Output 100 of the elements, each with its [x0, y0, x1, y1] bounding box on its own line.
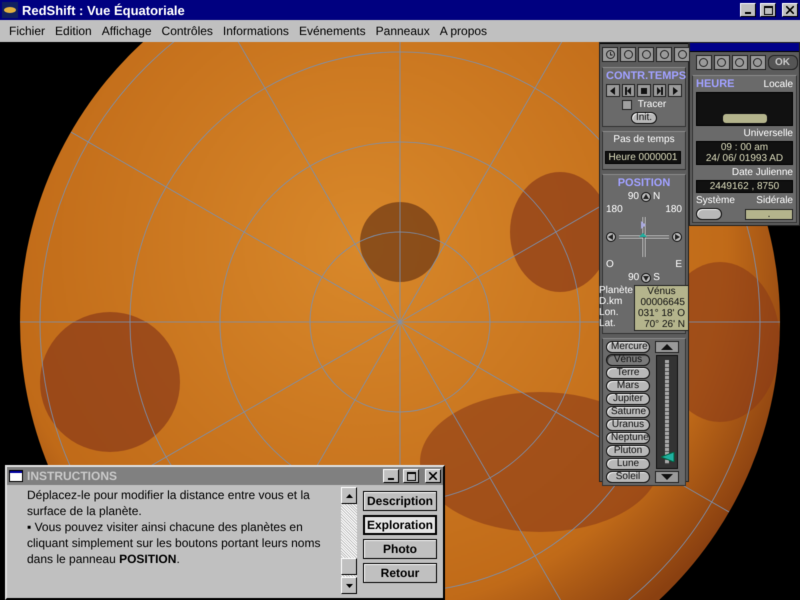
clock-icon: [604, 49, 616, 60]
up-arrow-icon: [661, 344, 673, 350]
south-label: S: [653, 272, 660, 283]
section-title: CONTR.TEMPS: [606, 70, 686, 82]
west-button[interactable]: [606, 232, 616, 242]
menu-item[interactable]: Affichage: [96, 24, 157, 38]
menu-item[interactable]: Contrôles: [156, 24, 218, 38]
east-value: 180: [665, 204, 682, 215]
north-value: 90: [628, 191, 639, 202]
slider-thumb[interactable]: [661, 452, 675, 462]
south-button[interactable]: [641, 272, 652, 282]
crosshair-drawing: [619, 217, 669, 257]
planet-button[interactable]: Vénus: [606, 354, 650, 366]
west-value: 180: [606, 204, 623, 215]
planet-button[interactable]: Jupiter: [606, 393, 650, 405]
step-back-button[interactable]: [622, 84, 636, 97]
planet-button[interactable]: Mars: [606, 380, 650, 392]
section-title: HEURE: [696, 78, 735, 90]
close-icon: [429, 472, 437, 480]
north-label: N: [652, 191, 660, 202]
down-arrow-icon: [661, 474, 673, 480]
planet-button[interactable]: Soleil: [606, 471, 650, 483]
command-button[interactable]: Description: [363, 491, 437, 511]
up-arrow-icon: [346, 494, 352, 498]
planet-button[interactable]: Lune: [606, 458, 650, 470]
command-button[interactable]: Exploration: [363, 515, 437, 535]
step-value: Heure 0000001: [604, 150, 682, 164]
menu-item[interactable]: A propos: [434, 24, 492, 38]
planet-button[interactable]: Neptune: [606, 432, 650, 444]
info-value: 70° 26' N: [643, 319, 685, 330]
clock-button[interactable]: [602, 47, 618, 62]
julian-label: Date Julienne: [732, 167, 793, 178]
info-value: 00006645: [640, 297, 685, 308]
clock-icon: [698, 57, 709, 68]
north-button[interactable]: [640, 192, 651, 202]
maximize-icon: [406, 472, 416, 480]
window-title: RedShift : Vue Équatoriale: [22, 2, 186, 18]
west-label: O: [606, 259, 614, 270]
close-button[interactable]: [425, 469, 441, 483]
info-value: 031° 18' O: [638, 308, 685, 319]
command-button[interactable]: Retour: [363, 563, 437, 583]
window-icon: [9, 470, 23, 482]
info-value: Vénus: [646, 286, 677, 297]
step-forward-button[interactable]: [652, 84, 666, 97]
planet-button[interactable]: Terre: [606, 367, 650, 379]
menu-item[interactable]: Fichier: [4, 24, 50, 38]
step-label: Pas de temps: [613, 134, 675, 145]
slider-up-button[interactable]: [655, 341, 679, 353]
clock-button[interactable]: [696, 55, 712, 70]
info-label: D.km: [599, 296, 624, 307]
sidereal-value: .: [745, 208, 793, 220]
julian-date: 2449162 , 8750: [696, 180, 793, 193]
close-button[interactable]: [782, 3, 798, 17]
system-label: Système: [696, 195, 735, 206]
step-forward-icon: [656, 86, 664, 94]
command-button[interactable]: Photo: [363, 539, 437, 559]
stop-button[interactable]: [637, 84, 651, 97]
slider-down-button[interactable]: [655, 471, 679, 483]
stop-icon: [640, 86, 648, 94]
app-icon: [2, 2, 18, 18]
planet-button[interactable]: Saturne: [606, 406, 650, 418]
info-label: Planète: [599, 285, 633, 296]
menu-item[interactable]: Evénements: [294, 24, 371, 38]
east-label: E: [675, 259, 682, 270]
info-label: Lat.: [599, 318, 617, 329]
minimize-button[interactable]: [383, 469, 399, 483]
local-label: Locale: [764, 78, 793, 90]
scrollbar[interactable]: [341, 487, 357, 594]
rewind-button[interactable]: [606, 84, 620, 97]
menu-item[interactable]: Panneaux: [370, 24, 435, 38]
init-button[interactable]: Init.: [630, 112, 658, 124]
close-icon: [786, 6, 794, 14]
down-arrow-icon: [346, 584, 352, 588]
tracer-checkbox[interactable]: [622, 100, 632, 110]
planet-button[interactable]: Pluton: [606, 445, 650, 457]
info-label: Lon.: [599, 307, 620, 318]
universal-time-display: 09 : 00 am 24/ 06/ 01993 AD: [696, 141, 793, 165]
maximize-icon: [764, 6, 772, 14]
menu-item[interactable]: Edition: [50, 24, 97, 38]
universal-label: Universelle: [744, 128, 793, 139]
system-button[interactable]: [696, 208, 722, 220]
planet-button[interactable]: Uranus: [606, 419, 650, 431]
maximize-button[interactable]: [760, 3, 776, 17]
maximize-button[interactable]: [403, 469, 419, 483]
play-button[interactable]: [668, 84, 682, 97]
south-value: 90: [628, 272, 640, 283]
instruction-text: Déplacez-le pour modifier la distance entre vous et la surface de la planète.: [27, 487, 311, 519]
planet-button[interactable]: Mercure: [606, 341, 650, 353]
window-title: INSTRUCTIONS: [27, 469, 118, 483]
tracer-label: Tracer: [638, 99, 666, 110]
sidereal-label: Sidérale: [756, 195, 793, 206]
distance-slider[interactable]: [656, 355, 678, 469]
step-back-icon: [624, 86, 632, 94]
east-button[interactable]: [672, 232, 682, 242]
rewind-icon: [608, 86, 617, 94]
menu-item[interactable]: Informations: [218, 24, 294, 38]
minimize-button[interactable]: [740, 3, 756, 17]
instruction-text: ▪ Vous pouvez visiter ainsi chacune des planètes en cliquant simplement sur les boutons portant leurs noms dans le panneau POSITION.: [27, 519, 322, 567]
scroll-thumb[interactable]: [341, 558, 357, 575]
play-icon: [671, 86, 680, 94]
